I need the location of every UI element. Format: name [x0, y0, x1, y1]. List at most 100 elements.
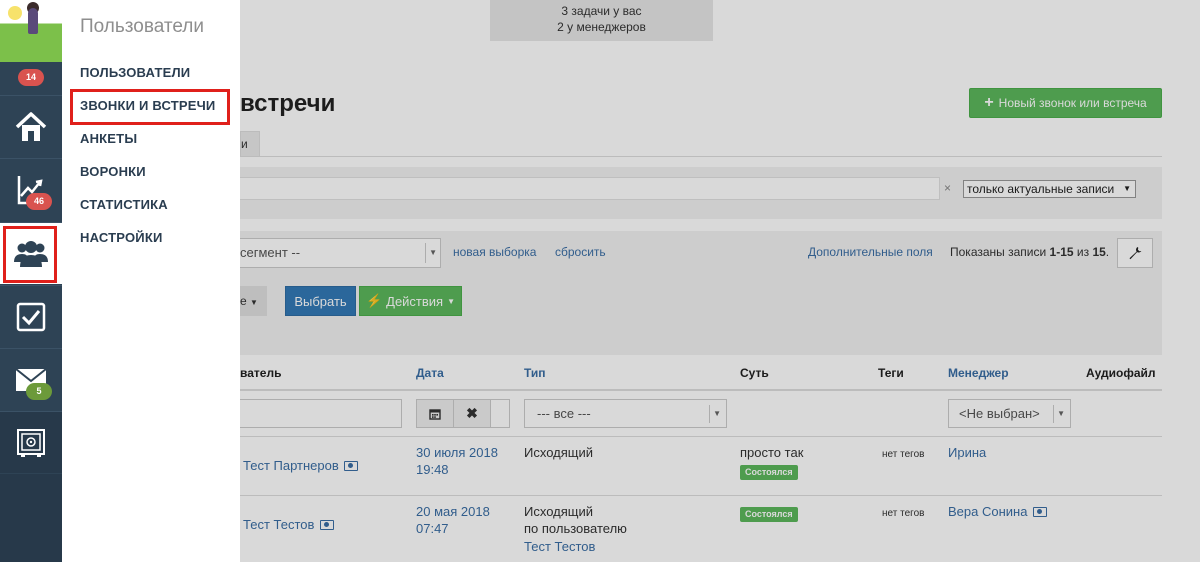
tab-active[interactable]: и: [240, 131, 260, 156]
plus-icon: +: [984, 94, 994, 111]
manager-filter-select[interactable]: <Не выбран> ▼: [948, 399, 1071, 428]
records-shown-suffix: .: [1105, 245, 1110, 259]
caret-down-icon: ▼: [447, 296, 456, 306]
row-type-user-link[interactable]: Тест Тестов: [524, 538, 595, 555]
row-time[interactable]: 19:48: [416, 461, 449, 478]
sidebar-item-home[interactable]: [0, 95, 62, 157]
money-icon: [320, 520, 335, 530]
avatar[interactable]: [0, 0, 62, 62]
menu-item-calls-meetings[interactable]: ЗВОНКИ И ВСТРЕЧИ: [80, 98, 215, 113]
calendar-icon: [429, 408, 441, 420]
checkbox-icon: [16, 302, 46, 331]
mail-badge: 5: [26, 383, 52, 400]
row-divider: [240, 436, 1162, 437]
date-filter-input[interactable]: [491, 400, 509, 427]
select-button[interactable]: Выбрать: [285, 286, 356, 316]
reset-link[interactable]: сбросить: [555, 245, 606, 259]
flyout-title: Пользователи: [80, 16, 205, 37]
sun-shape: [8, 6, 22, 20]
tasks-notice-line2: 2 у менеджеров: [557, 20, 646, 34]
header-divider: [240, 389, 1162, 391]
menu-item-funnels[interactable]: ВОРОНКИ: [80, 164, 146, 179]
divider: [425, 243, 426, 263]
wrench-icon: [1129, 247, 1142, 260]
row-date[interactable]: 30 июля 2018: [416, 444, 498, 461]
money-icon: [1033, 507, 1048, 517]
col-tags: Теги: [878, 366, 904, 380]
sidebar-item-mail[interactable]: [0, 348, 62, 410]
row-user-link[interactable]: Тест Тестов: [243, 516, 335, 533]
sidebar: 14 46 5: [0, 0, 62, 562]
scope-select[interactable]: только актуальные записи ▼: [963, 180, 1136, 198]
col-manager[interactable]: Менеджер: [948, 366, 1009, 380]
col-type[interactable]: Тип: [524, 366, 546, 380]
settings-button[interactable]: [1117, 238, 1153, 268]
figure-shape: [28, 8, 38, 34]
page-title: встречи: [240, 90, 336, 117]
divider: [1053, 405, 1054, 423]
segment-select-value: сегмент --: [240, 245, 301, 260]
actions-button[interactable]: ⚡ Действия ▼: [359, 286, 462, 316]
row-manager-link[interactable]: Вера Сонина: [948, 503, 1048, 520]
notification-badge[interactable]: 14: [18, 69, 44, 86]
actions-button-label: Действия: [386, 293, 444, 309]
users-icon: [14, 240, 48, 267]
row-tags: нет тегов: [882, 449, 925, 460]
dropdown-button-partial[interactable]: е ▼: [240, 286, 267, 316]
caret-down-icon: ▼: [250, 298, 258, 307]
row-type: Исходящий: [524, 504, 593, 519]
status-badge: Состоялся: [740, 465, 798, 480]
sidebar-item-tasks[interactable]: [0, 285, 62, 347]
col-essence: Суть: [740, 366, 769, 380]
type-filter-value: --- все ---: [537, 406, 591, 421]
menu-item-statistics[interactable]: СТАТИСТИКА: [80, 197, 168, 212]
menu-item-settings[interactable]: НАСТРОЙКИ: [80, 230, 163, 245]
row-status: Состоялся: [740, 462, 798, 480]
row-user-link[interactable]: Тест Партнеров: [243, 457, 359, 474]
sidebar-item-users[interactable]: [0, 222, 62, 284]
caret-down-icon: ▼: [429, 248, 437, 257]
row-manager[interactable]: Ирина: [948, 444, 986, 461]
records-shown: Показаны записи 1-15 из 15.: [950, 245, 1109, 259]
row-type-detail: по пользователю: [524, 521, 627, 536]
new-call-button-label: Новый звонок или встреча: [998, 96, 1147, 110]
stats-badge: 46: [26, 193, 52, 210]
menu-item-forms[interactable]: АНКЕТЫ: [80, 131, 137, 146]
records-shown-prefix: Показаны записи: [950, 245, 1050, 259]
new-selection-link[interactable]: новая выборка: [453, 245, 536, 259]
divider: [709, 405, 710, 423]
home-icon: [15, 111, 47, 141]
tasks-notice[interactable]: 3 задачи у вас 2 у менеджеров: [490, 0, 713, 41]
row-status: Состоялся: [740, 504, 798, 522]
type-filter-select[interactable]: --- все --- ▼: [524, 399, 727, 428]
tasks-notice-line1: 3 задачи у вас: [561, 4, 642, 18]
search-input[interactable]: [240, 177, 940, 200]
row-time[interactable]: 07:47: [416, 520, 449, 537]
col-user: ватель: [240, 366, 282, 380]
caret-down-icon: ▼: [713, 409, 721, 418]
menu-item-users[interactable]: ПОЛЬЗОВАТЕЛИ: [80, 65, 190, 80]
row-manager: Вера Сонина: [948, 504, 1028, 519]
new-call-button[interactable]: + Новый звонок или встреча: [969, 88, 1162, 118]
records-shown-total: 15: [1092, 245, 1106, 259]
scope-select-value: только актуальные записи: [967, 182, 1115, 196]
records-shown-range: 1-15: [1049, 245, 1074, 259]
calendar-button[interactable]: [417, 400, 454, 427]
segment-select[interactable]: сегмент -- ▼: [240, 238, 441, 268]
extra-fields-link[interactable]: Дополнительные поля: [808, 245, 933, 259]
date-filter: ✖: [416, 399, 510, 428]
sidebar-item-safe[interactable]: [0, 411, 62, 473]
clear-search-icon[interactable]: ×: [944, 181, 951, 195]
row-user-name: Тест Тестов: [243, 517, 315, 532]
clear-date-button[interactable]: ✖: [454, 400, 491, 427]
row-date[interactable]: 20 мая 2018: [416, 503, 490, 520]
sidebar-bottom: [0, 474, 62, 562]
col-audio: Аудиофайл: [1086, 366, 1156, 380]
user-filter-input[interactable]: [240, 399, 402, 428]
row-type: Исходящий: [524, 445, 593, 460]
col-date[interactable]: Дата: [416, 366, 444, 380]
sidebar-item-stats[interactable]: [0, 158, 62, 220]
safe-icon: [17, 428, 45, 457]
manager-filter-value: <Не выбран>: [959, 406, 1040, 421]
records-shown-mid: из: [1073, 245, 1093, 259]
